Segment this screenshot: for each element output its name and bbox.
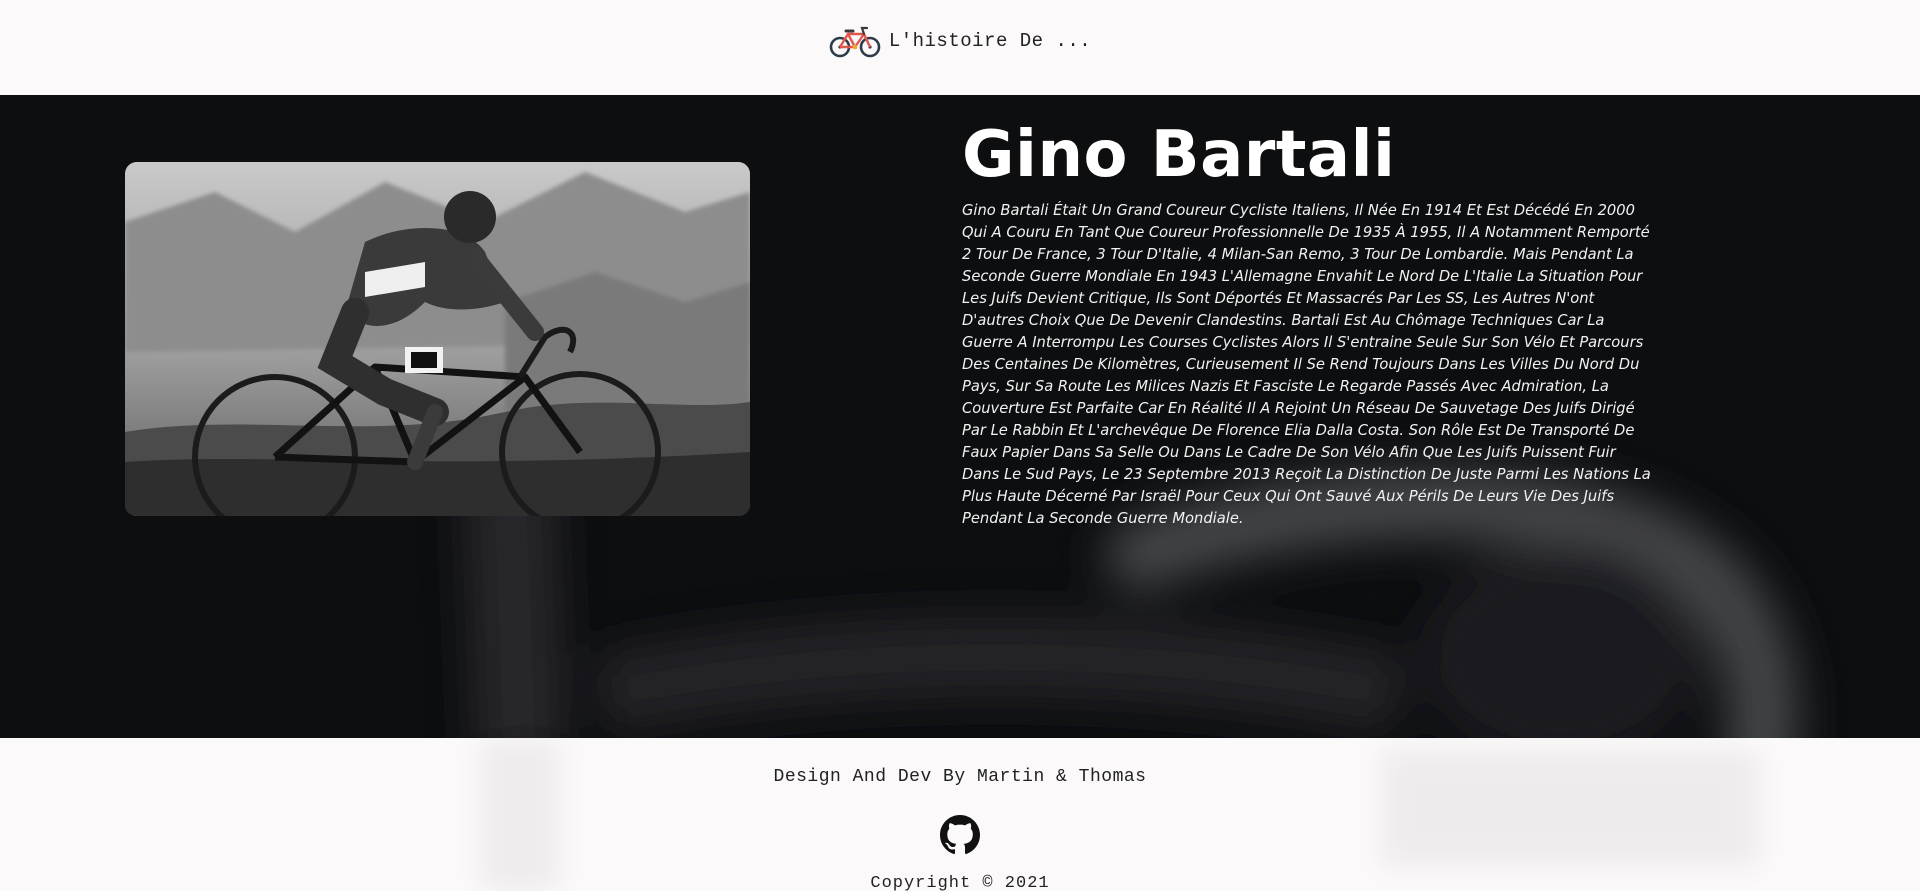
site-footer: Design And Dev By Martin & Thomas Copyri… [0, 738, 1920, 891]
copyright-text: Copyright © 2021 [870, 874, 1050, 891]
biography-section: Gino Bartali Gino Bartali Était Un Grand… [962, 118, 1652, 530]
brand[interactable]: L'histoire De ... [829, 23, 1091, 59]
bicycle-icon [829, 26, 881, 57]
credit-text: Design And Dev By Martin & Thomas [773, 767, 1147, 787]
gino-bartali-cycling-photo [125, 162, 750, 516]
hero-section: Gino Bartali Gino Bartali Était Un Grand… [0, 95, 1920, 738]
github-icon[interactable] [940, 815, 980, 855]
biography-text: Gino Bartali Était Un Grand Coureur Cycl… [962, 202, 1651, 528]
site-header: L'histoire De ... [0, 0, 1920, 95]
cyclist-name-heading: Gino Bartali [962, 118, 1396, 192]
site-title: L'histoire De ... [888, 29, 1092, 52]
